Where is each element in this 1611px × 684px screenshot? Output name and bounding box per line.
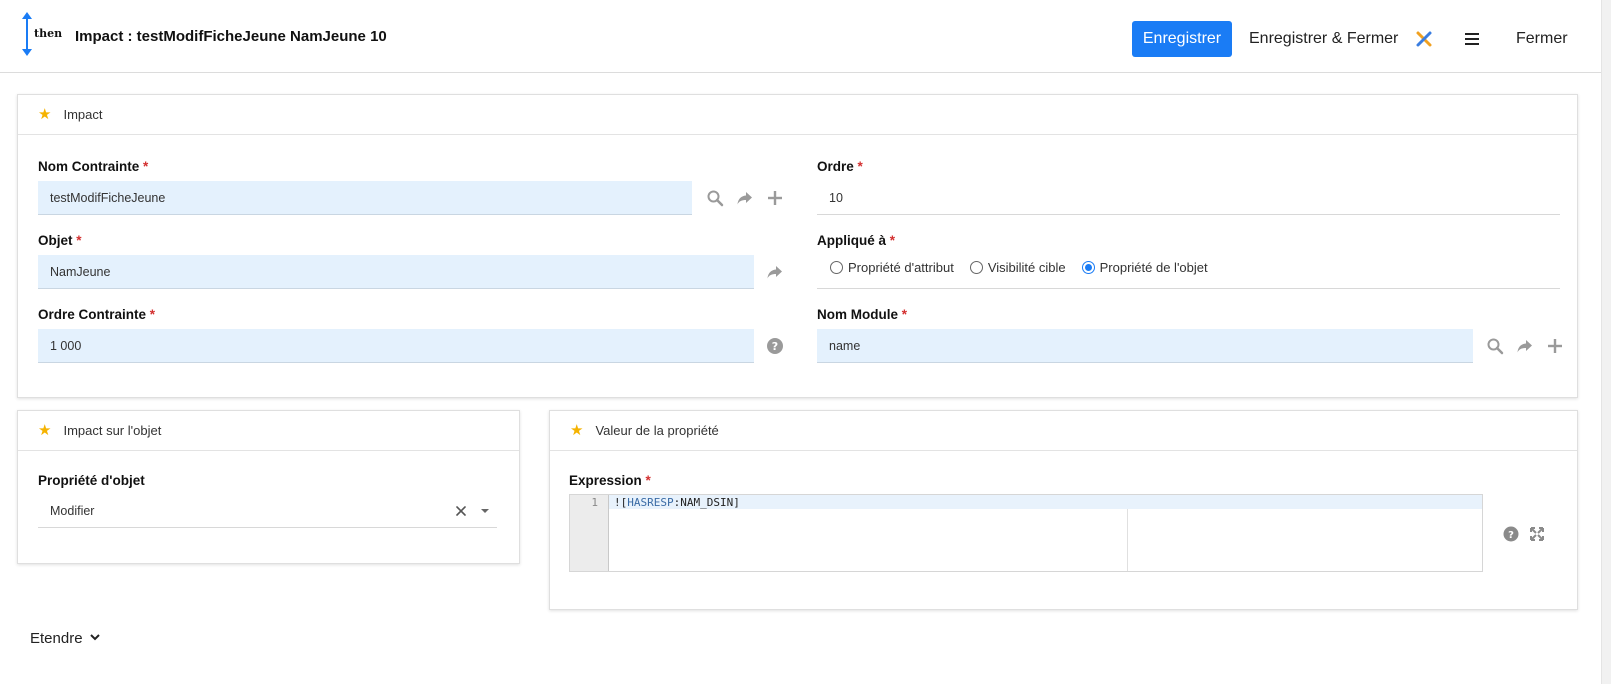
tools-icon[interactable] [1415, 30, 1433, 48]
add-icon[interactable] [766, 189, 784, 207]
radio-propriete-objet[interactable]: Propriété de l'objet [1081, 260, 1208, 275]
app-logo: then [22, 12, 62, 56]
applique-a-label: Appliqué à * [817, 233, 896, 248]
search-icon[interactable] [706, 189, 724, 207]
star-icon: ★ [570, 422, 584, 439]
page-scrollbar[interactable] [1601, 0, 1611, 684]
expression-label: Expression * [569, 473, 651, 488]
impact-panel-header: ★ Impact [18, 95, 1577, 135]
logo-text: then [34, 27, 62, 40]
impact-objet-panel-header: ★ Impact sur l'objet [18, 411, 519, 451]
share-arrow-icon[interactable] [1516, 337, 1534, 355]
valeur-propriete-panel-header: ★ Valeur de la propriété [550, 411, 1577, 451]
nom-module-field[interactable]: name [817, 329, 1473, 363]
share-arrow-icon[interactable] [766, 263, 784, 281]
impact-panel: ★ Impact Nom Contrainte * testModifFiche… [17, 94, 1578, 398]
valeur-propriete-panel: ★ Valeur de la propriété Expression * 1 … [549, 410, 1578, 610]
impact-panel-title: Impact [63, 107, 103, 122]
editor-gutter: 1 [570, 495, 609, 571]
propriete-objet-select[interactable]: Modifier [38, 494, 497, 528]
ordre-label: Ordre * [817, 159, 863, 174]
radio-propriete-attribut[interactable]: Propriété d'attribut [830, 260, 954, 275]
menu-icon[interactable] [1463, 30, 1481, 48]
nom-contrainte-label: Nom Contrainte * [38, 159, 149, 174]
active-line-highlight [609, 495, 1482, 509]
svg-text:?: ? [772, 340, 778, 353]
svg-text:?: ? [1508, 530, 1514, 541]
ordre-field[interactable]: 10 [817, 181, 1560, 215]
objet-label: Objet * [38, 233, 82, 248]
applique-a-radio-group: Propriété d'attribut Visibilité cible Pr… [830, 260, 1224, 275]
nom-contrainte-field[interactable]: testModifFicheJeune [38, 181, 692, 215]
code-line[interactable]: ![HASRESP:NAM_DSIN] [614, 496, 740, 509]
radio-dot[interactable] [969, 261, 983, 274]
extend-toggle[interactable]: Etendre [30, 630, 101, 647]
divider [817, 288, 1560, 289]
radio-dot-selected[interactable] [1081, 261, 1095, 274]
line-number: 1 [591, 496, 598, 509]
ordre-contrainte-field[interactable]: 1 000 [38, 329, 754, 363]
propriete-objet-label: Propriété d'objet [38, 473, 145, 488]
impact-objet-panel: ★ Impact sur l'objet Propriété d'objet M… [17, 410, 520, 564]
valeur-propriete-panel-title: Valeur de la propriété [595, 423, 719, 438]
radio-dot[interactable] [830, 261, 843, 274]
radio-visibilite-cible[interactable]: Visibilité cible [969, 260, 1066, 275]
add-icon[interactable] [1546, 337, 1564, 355]
help-icon[interactable]: ? [766, 337, 784, 355]
close-button[interactable]: Fermer [1516, 21, 1568, 57]
star-icon: ★ [38, 106, 52, 123]
clear-icon[interactable] [452, 502, 470, 520]
chevron-down-icon[interactable] [476, 502, 494, 520]
page-title: Impact : testModifFicheJeune NamJeune 10 [75, 28, 387, 45]
share-arrow-icon[interactable] [736, 189, 754, 207]
objet-field[interactable]: NamJeune [38, 255, 754, 289]
expand-icon[interactable] [1528, 525, 1546, 543]
search-icon[interactable] [1486, 337, 1504, 355]
ordre-contrainte-label: Ordre Contrainte * [38, 307, 156, 322]
chevron-down-icon [89, 630, 101, 647]
expression-code-editor[interactable]: 1 ![HASRESP:NAM_DSIN] [569, 494, 1483, 572]
star-icon: ★ [38, 422, 52, 439]
save-close-button[interactable]: Enregistrer & Fermer [1249, 21, 1398, 57]
top-bar: then Impact : testModifFicheJeune NamJeu… [0, 0, 1611, 73]
impact-objet-panel-title: Impact sur l'objet [63, 423, 162, 438]
nom-module-label: Nom Module * [817, 307, 908, 322]
save-button[interactable]: Enregistrer [1132, 21, 1232, 57]
help-icon[interactable]: ? [1502, 525, 1520, 543]
editor-divider [1127, 509, 1128, 571]
